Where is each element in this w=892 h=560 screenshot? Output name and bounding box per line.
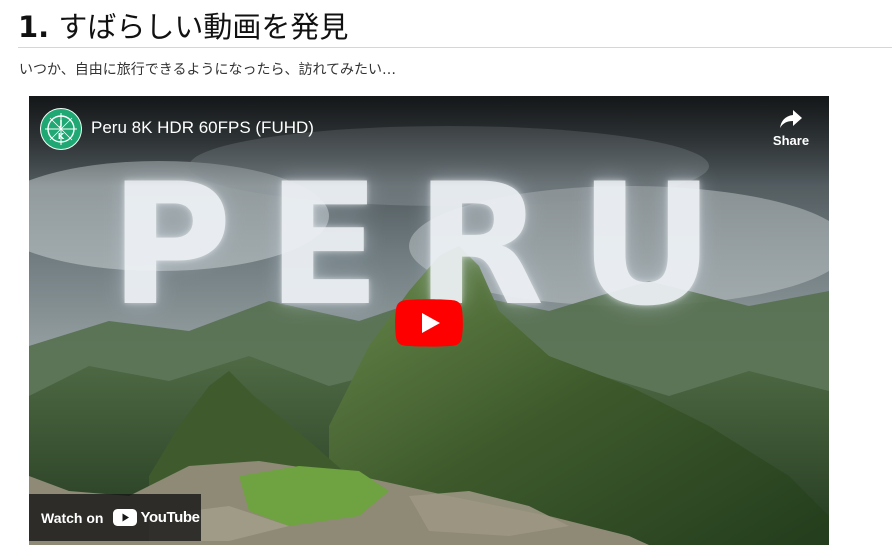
share-label: Share xyxy=(772,133,810,148)
compass-icon: J K xyxy=(45,113,77,145)
heading-text: すばらしい動画を発見 xyxy=(58,10,349,44)
channel-logo-icon[interactable]: J K xyxy=(40,108,82,150)
top-gradient xyxy=(29,96,829,186)
play-button[interactable] xyxy=(395,299,463,347)
youtube-logo-icon xyxy=(113,509,138,526)
watch-on-youtube-button[interactable]: Watch on YouTube xyxy=(29,494,201,541)
youtube-wordmark: YouTube xyxy=(140,509,200,526)
heading-number: 1. xyxy=(18,10,50,44)
lead-paragraph: いつか、自由に旅行できるようになったら、訪れてみたい… xyxy=(19,62,397,78)
share-button[interactable]: Share xyxy=(763,108,819,156)
play-icon xyxy=(395,299,463,347)
video-title-link[interactable]: Peru 8K HDR 60FPS (FUHD) xyxy=(91,117,314,139)
youtube-embed-player[interactable]: PERU J K Peru 8K HDR 60FPS (FUHD) Share … xyxy=(29,96,829,545)
heading-divider xyxy=(18,47,892,48)
share-arrow-icon xyxy=(780,110,802,128)
channel-initial-2: K xyxy=(58,132,65,141)
page-title: 1. すばらしい動画を発見 xyxy=(18,8,892,46)
watch-on-label: Watch on xyxy=(41,509,104,526)
channel-initial-1: J xyxy=(59,119,63,128)
